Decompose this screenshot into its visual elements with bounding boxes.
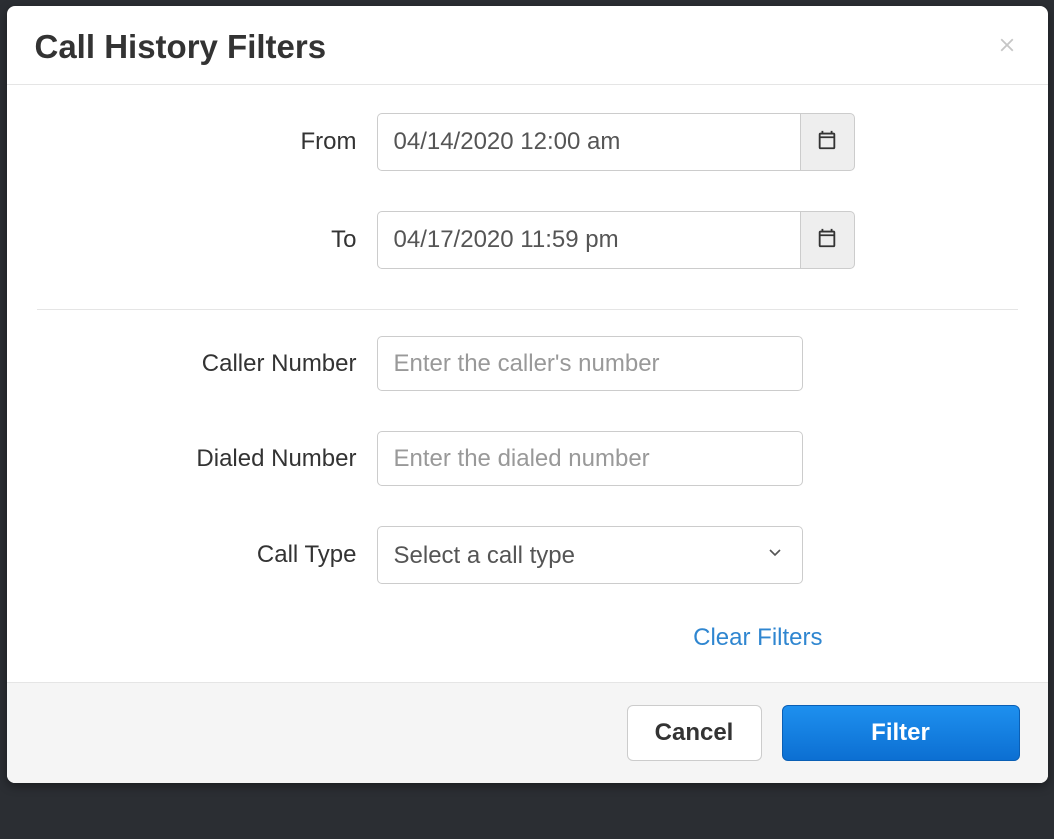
dialed-number-label: Dialed Number xyxy=(196,445,356,472)
to-date-input[interactable] xyxy=(377,211,800,269)
call-type-select[interactable]: Select a call type xyxy=(377,526,803,584)
form-row-call-type: Call Type Select a call type xyxy=(37,526,1018,584)
dialed-number-input[interactable] xyxy=(377,431,803,486)
to-date-picker-button[interactable] xyxy=(800,211,855,269)
calendar-icon xyxy=(816,227,838,254)
cancel-button[interactable]: Cancel xyxy=(627,705,762,761)
form-row-from: From xyxy=(37,113,1018,171)
clear-filters-row: Clear Filters xyxy=(37,624,845,652)
from-input-group xyxy=(377,113,855,171)
modal-title: Call History Filters xyxy=(35,28,1020,66)
caller-number-input[interactable] xyxy=(377,336,803,391)
modal-header: Call History Filters xyxy=(7,6,1048,85)
from-label: From xyxy=(301,128,357,155)
form-row-dialed-number: Dialed Number xyxy=(37,431,1018,486)
clear-filters-link[interactable]: Clear Filters xyxy=(397,624,823,652)
section-divider xyxy=(37,309,1018,310)
calendar-icon xyxy=(816,129,838,156)
to-input-group xyxy=(377,211,855,269)
call-type-label: Call Type xyxy=(257,541,357,568)
from-date-picker-button[interactable] xyxy=(800,113,855,171)
caller-number-label: Caller Number xyxy=(202,350,357,377)
call-type-select-wrapper: Select a call type xyxy=(377,526,803,584)
modal-footer: Cancel Filter xyxy=(7,682,1048,783)
form-row-caller-number: Caller Number xyxy=(37,336,1018,391)
filter-button[interactable]: Filter xyxy=(782,705,1020,761)
form-row-to: To xyxy=(37,211,1018,269)
modal-body: From To xyxy=(7,85,1048,682)
from-date-input[interactable] xyxy=(377,113,800,171)
to-label: To xyxy=(331,226,356,253)
close-button[interactable] xyxy=(992,32,1022,62)
call-history-filters-modal: Call History Filters From xyxy=(7,6,1048,783)
close-icon xyxy=(996,34,1018,61)
